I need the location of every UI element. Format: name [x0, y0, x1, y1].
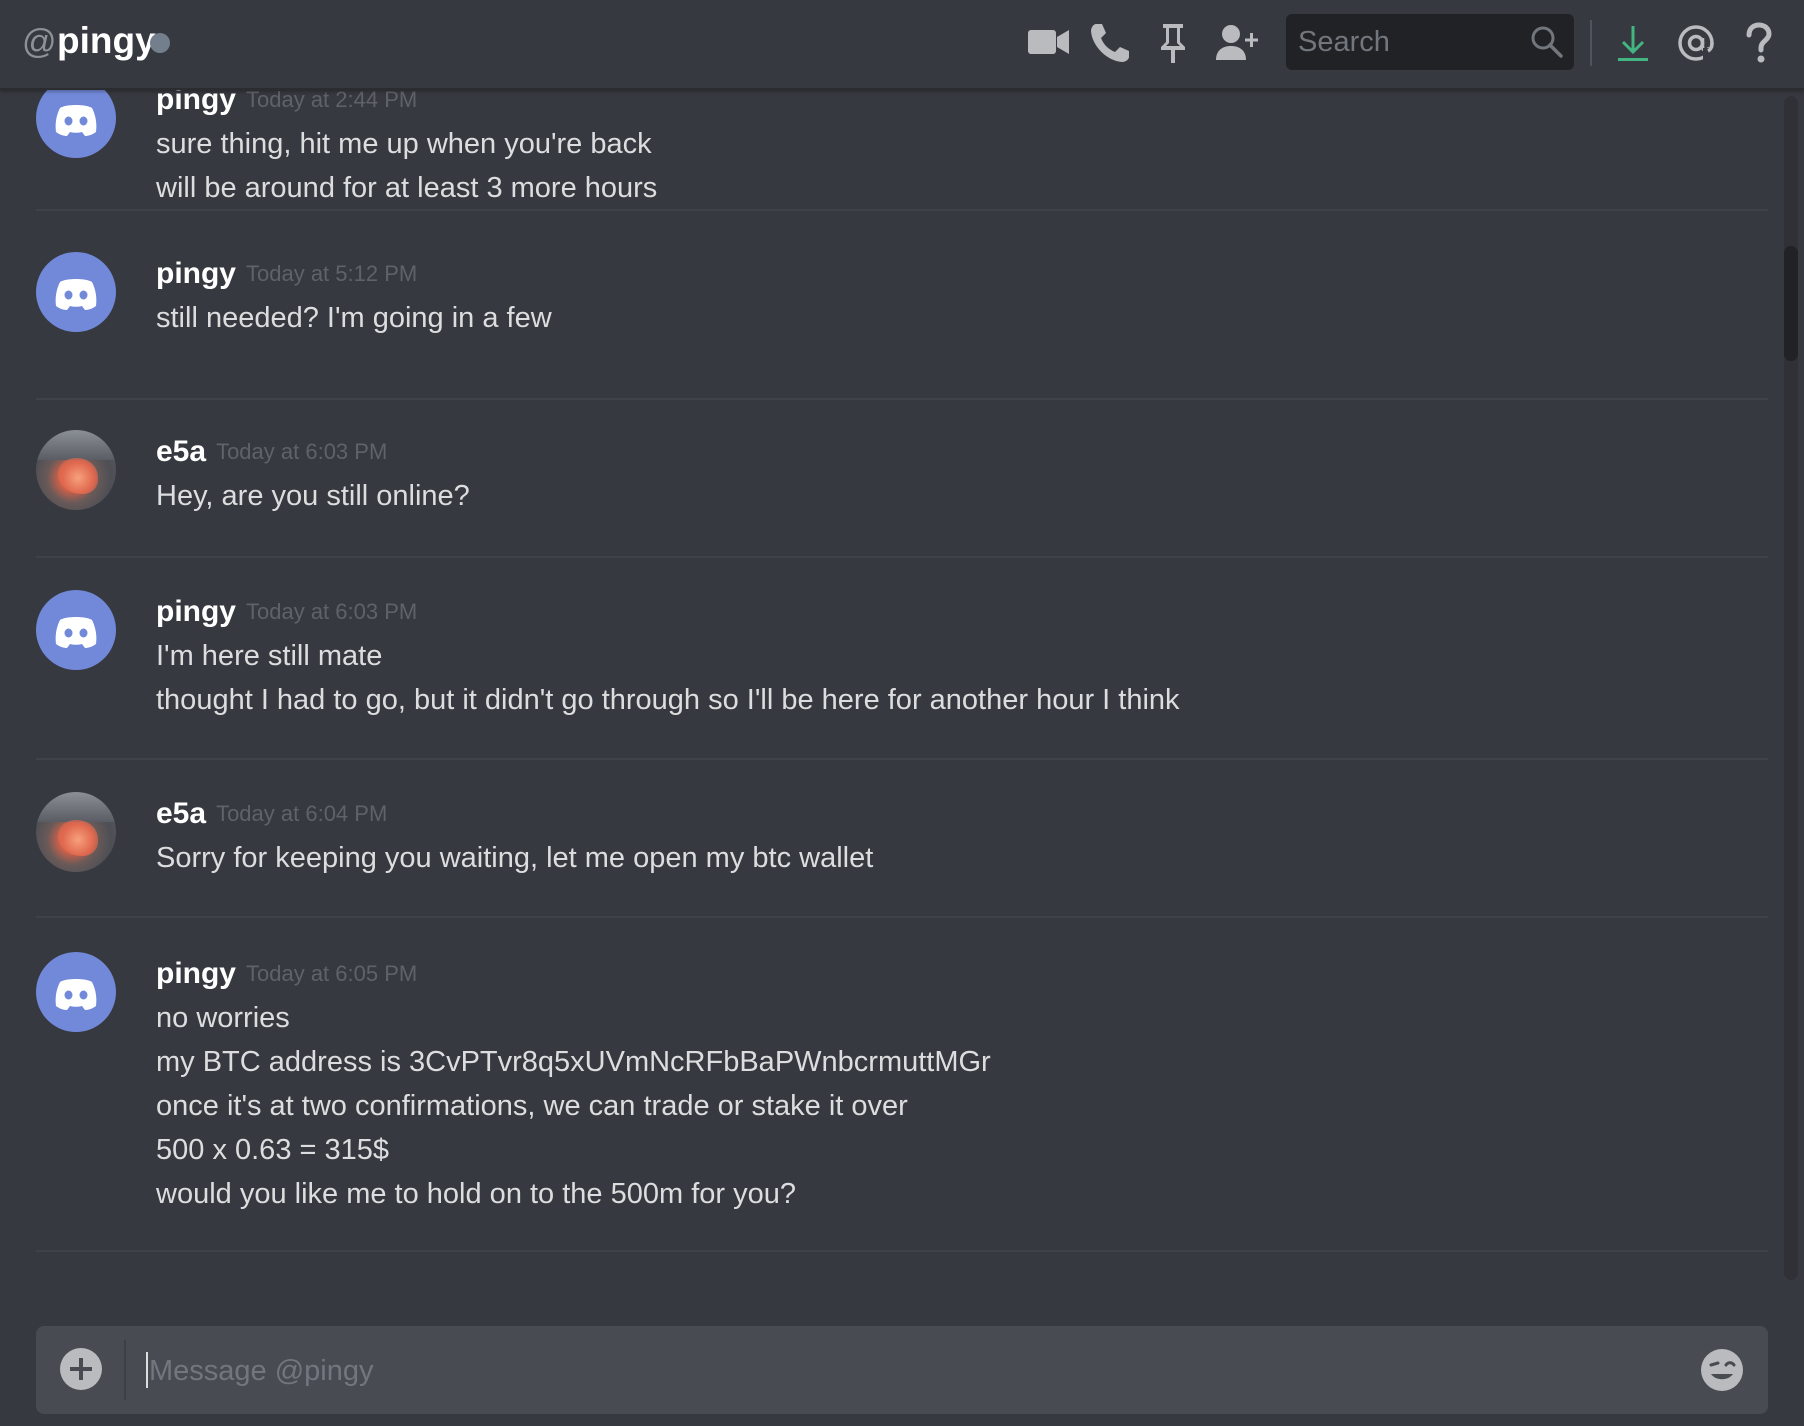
- at-symbol: @: [22, 23, 57, 61]
- message-line: Hey, are you still online?: [156, 480, 470, 512]
- message-timestamp: Today at 6:05 PM: [246, 961, 418, 986]
- message-content: I'm here still mate thought I had to go,…: [156, 634, 1736, 722]
- emoji-picker-icon[interactable]: [1700, 1348, 1744, 1392]
- message-author[interactable]: pingy: [156, 595, 236, 628]
- avatar[interactable]: [36, 952, 116, 1032]
- message-author[interactable]: e5a: [156, 797, 206, 830]
- message-content: Sorry for keeping you waiting, let me op…: [156, 836, 1736, 880]
- download-icon[interactable]: [1610, 20, 1656, 66]
- search-placeholder: Search: [1298, 26, 1390, 58]
- avatar[interactable]: [36, 792, 116, 872]
- message-line: still needed? I'm going in a few: [156, 302, 552, 334]
- message-header: pingy Today at 5:12 PM: [156, 252, 417, 296]
- message-header: pingy Today at 6:05 PM: [156, 952, 417, 996]
- message-line: no worries: [156, 1002, 290, 1034]
- search-icon: [1530, 25, 1564, 59]
- scrollbar[interactable]: [1784, 96, 1798, 1280]
- message-header: e5a Today at 6:03 PM: [156, 430, 387, 474]
- message-line: will be around for at least 3 more hours: [156, 172, 658, 204]
- message-line: thought I had to go, but it didn't go th…: [156, 684, 1180, 716]
- upload-button[interactable]: [60, 1348, 102, 1390]
- message-line: would you like me to hold on to the 500m…: [156, 1178, 796, 1210]
- message-content: Hey, are you still online?: [156, 474, 1736, 518]
- pin-icon[interactable]: [1150, 20, 1196, 66]
- header-divider: [1590, 20, 1592, 66]
- message-divider: [36, 758, 1768, 760]
- message-line: I'm here still mate: [156, 640, 383, 672]
- dm-chat-window: @ pingy Search pingy Today at 2:44 PM su…: [0, 0, 1804, 1426]
- avatar[interactable]: [36, 90, 116, 158]
- composer-divider: [124, 1340, 126, 1400]
- mention-icon[interactable]: [1673, 20, 1719, 66]
- message-timestamp: Today at 6:03 PM: [216, 439, 388, 464]
- message-line: sure thing, hit me up when you're back: [156, 128, 652, 160]
- message-author[interactable]: pingy: [156, 257, 236, 290]
- message-content: no worries my BTC address is 3CvPTvr8q5x…: [156, 996, 1736, 1216]
- message-timestamp: Today at 5:12 PM: [246, 261, 418, 286]
- message-line: my BTC address is 3CvPTvr8q5xUVmNcRFbBaP…: [156, 1046, 991, 1078]
- add-friend-icon[interactable]: [1214, 20, 1260, 66]
- channel-name[interactable]: pingy: [57, 18, 156, 64]
- message-author[interactable]: e5a: [156, 435, 206, 468]
- message-divider: [36, 916, 1768, 918]
- message-header: pingy Today at 6:03 PM: [156, 590, 417, 634]
- search-box[interactable]: Search: [1286, 14, 1574, 70]
- avatar[interactable]: [36, 590, 116, 670]
- message-author[interactable]: pingy: [156, 957, 236, 990]
- message-divider: [36, 398, 1768, 400]
- voice-call-icon[interactable]: [1087, 20, 1133, 66]
- message-header: e5a Today at 6:04 PM: [156, 792, 387, 836]
- message-divider: [36, 209, 1768, 211]
- message-line: once it's at two confirmations, we can t…: [156, 1090, 908, 1122]
- help-icon[interactable]: [1735, 20, 1781, 66]
- message-divider: [36, 556, 1768, 558]
- message-content: still needed? I'm going in a few: [156, 296, 1736, 340]
- message-timestamp: Today at 6:03 PM: [246, 599, 418, 624]
- message-composer: [36, 1326, 1768, 1414]
- avatar[interactable]: [36, 430, 116, 510]
- message-line: Sorry for keeping you waiting, let me op…: [156, 842, 874, 874]
- video-call-icon[interactable]: [1026, 20, 1072, 66]
- message-list[interactable]: pingy Today at 2:44 PM sure thing, hit me…: [0, 90, 1784, 1282]
- message-author[interactable]: pingy: [156, 90, 236, 116]
- channel-header: @ pingy Search: [0, 0, 1804, 90]
- scrollbar-thumb[interactable]: [1784, 246, 1798, 361]
- message-divider: [36, 1250, 1768, 1252]
- message-input[interactable]: [147, 1344, 1651, 1398]
- message-header: pingy Today at 2:44 PM: [156, 90, 417, 122]
- status-indicator: [150, 33, 170, 53]
- message-line: 500 x 0.63 = 315$: [156, 1134, 390, 1166]
- message-timestamp: Today at 6:04 PM: [216, 801, 388, 826]
- message-content: sure thing, hit me up when you're back w…: [156, 122, 1736, 210]
- avatar[interactable]: [36, 252, 116, 332]
- message-timestamp: Today at 2:44 PM: [246, 90, 418, 112]
